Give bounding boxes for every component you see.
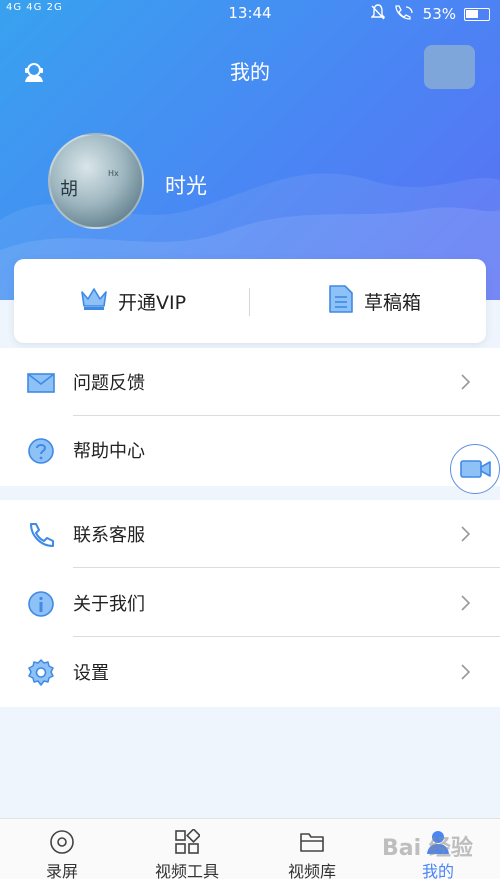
watermark: Bai 经验 [382, 836, 473, 861]
battery-percent: 53% [422, 5, 456, 23]
tab-video-tools[interactable]: 视频工具 [147, 819, 227, 879]
tab-label: 视频库 [287, 862, 336, 879]
status-right: 53% [369, 4, 490, 24]
menu-item-label: 问题反馈 [73, 373, 145, 394]
record-icon [49, 829, 75, 855]
row-divider [73, 567, 500, 568]
menu-item-label: 关于我们 [73, 594, 145, 615]
chevron-right-icon [460, 595, 471, 611]
menu-item-about[interactable]: 关于我们 [0, 569, 500, 637]
card-divider [249, 288, 250, 316]
gear-icon [27, 659, 55, 687]
menu-item-label: 帮助中心 [73, 441, 145, 462]
drafts-label: 草稿箱 [364, 291, 422, 314]
video-camera-icon [460, 458, 492, 484]
phone-icon [27, 521, 55, 549]
mail-icon [27, 369, 55, 397]
tab-record[interactable]: 录屏 [22, 819, 102, 879]
menu-item-contact[interactable]: 联系客服 [0, 500, 500, 568]
menu-item-settings[interactable]: 设置 [0, 638, 500, 706]
open-vip-button[interactable]: 开通VIP [80, 259, 186, 343]
menu-item-help[interactable]: 帮助中心 [0, 416, 500, 484]
tools-grid-icon [174, 828, 201, 855]
quick-actions-card: 开通VIP 草稿箱 [14, 259, 486, 343]
menu-item-label: 设置 [73, 663, 109, 684]
question-icon [27, 437, 55, 465]
avatar[interactable]: 胡 Hx [48, 133, 144, 229]
call-wifi-icon [393, 4, 415, 24]
menu-item-feedback[interactable]: 问题反馈 [0, 348, 500, 416]
battery-icon [464, 7, 490, 21]
avatar-art-text: 胡 [60, 179, 78, 200]
tab-label: 视频工具 [154, 862, 219, 879]
menu-group-1: 问题反馈 帮助中心 [0, 348, 500, 486]
username[interactable]: 时光 [165, 170, 207, 200]
tab-label: 录屏 [45, 862, 78, 879]
folder-icon [299, 829, 325, 855]
row-divider [73, 636, 500, 637]
chevron-right-icon [460, 526, 471, 542]
drafts-button[interactable]: 草稿箱 [328, 259, 421, 343]
document-icon [328, 284, 354, 319]
chevron-right-icon [460, 374, 471, 390]
avatar-art-small: Hx [108, 169, 119, 178]
status-bar: 4G 4G 2G 13:44 53% [0, 0, 500, 26]
menu-item-label: 联系客服 [73, 525, 145, 546]
open-vip-label: 开通VIP [118, 291, 187, 314]
info-icon [27, 590, 55, 618]
crown-icon [80, 286, 108, 317]
bell-mute-icon [369, 4, 386, 24]
tab-video-library[interactable]: 视频库 [272, 819, 352, 879]
top-right-button[interactable] [424, 45, 475, 89]
chevron-right-icon [460, 664, 471, 680]
menu-group-2: 联系客服 关于我们 设置 [0, 500, 500, 707]
floating-video-button[interactable] [450, 444, 500, 494]
